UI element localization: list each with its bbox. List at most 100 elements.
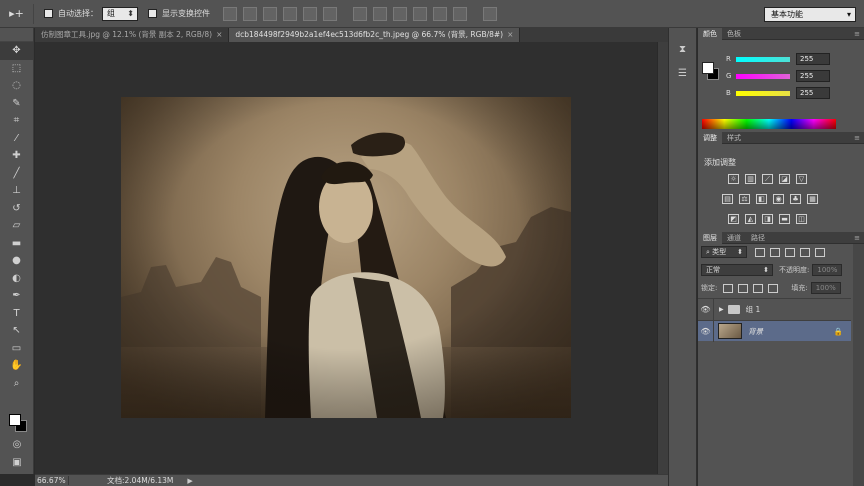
tab-document-1[interactable]: 仿制图章工具.jpg @ 12.1% (背景 副本 2, RGB/8) × (35, 28, 230, 42)
layer-row-group[interactable]: 👁 ▶ 组 1 (698, 298, 851, 320)
move-tool-icon[interactable]: ✥ (0, 42, 33, 60)
channel-b-value[interactable]: 255 (796, 87, 830, 99)
foreground-color-swatch[interactable] (9, 414, 21, 426)
lock-all-icon[interactable] (768, 283, 779, 293)
document-image[interactable] (121, 97, 571, 418)
close-icon[interactable]: × (507, 30, 513, 39)
quick-mask-icon[interactable]: ◎ (0, 436, 34, 454)
tab-layers[interactable]: 图层 (698, 231, 722, 244)
distribute-hcenter-icon[interactable] (433, 6, 447, 21)
tab-channels[interactable]: 通道 (722, 232, 746, 244)
layer-filter-dropdown[interactable]: ⌕ 类型 ⬍ (701, 246, 747, 258)
auto-select-checkbox[interactable] (44, 9, 53, 18)
threshold-icon[interactable]: ◨ (762, 214, 773, 224)
properties-panel-icon[interactable]: ☰ (674, 64, 692, 82)
lasso-tool-icon[interactable]: ◌ (0, 77, 33, 95)
selective-color-icon[interactable]: ◫ (796, 214, 807, 224)
quick-select-tool-icon[interactable]: ✎ (0, 95, 33, 113)
color-spectrum-bar[interactable] (702, 119, 836, 129)
eyedropper-tool-icon[interactable]: ⁄ (0, 130, 33, 148)
crop-tool-icon[interactable]: ⌗ (0, 112, 33, 130)
dodge-tool-icon[interactable]: ◐ (0, 270, 33, 288)
layers-scrollbar[interactable] (853, 244, 864, 486)
filter-shape-icon[interactable] (800, 247, 810, 257)
color-fg-swatch[interactable] (702, 62, 714, 74)
color-balance-icon[interactable]: ⚖ (739, 194, 750, 204)
channel-b-slider[interactable] (736, 90, 790, 96)
tab-color[interactable]: 颜色 (698, 27, 722, 40)
distribute-right-icon[interactable] (453, 6, 467, 21)
brightness-contrast-icon[interactable]: ☼ (728, 174, 739, 184)
toolbox-grip[interactable] (0, 28, 33, 42)
blur-tool-icon[interactable]: ● (0, 252, 33, 270)
eye-icon[interactable]: 👁 (698, 298, 714, 320)
history-panel-icon[interactable]: ⧗ (674, 40, 692, 58)
channel-r-slider[interactable] (736, 56, 790, 62)
align-bottom-icon[interactable] (263, 6, 277, 21)
opacity-field[interactable]: 100% (812, 264, 843, 276)
align-left-icon[interactable] (283, 6, 297, 21)
distribute-vcenter-icon[interactable] (373, 6, 387, 21)
screen-mode-icon[interactable]: ▣ (0, 454, 34, 472)
zoom-level[interactable]: 66.67% (35, 476, 69, 485)
black-white-icon[interactable]: ◧ (756, 194, 767, 204)
distribute-top-icon[interactable] (353, 6, 367, 21)
curves-icon[interactable]: ⟋ (762, 174, 773, 184)
lock-position-icon[interactable] (753, 283, 764, 293)
move-tool-preset[interactable]: ▸+ (0, 3, 34, 24)
channel-g-value[interactable]: 255 (796, 70, 830, 82)
status-menu-arrow-icon[interactable]: ▶ (187, 477, 192, 485)
align-right-icon[interactable] (323, 6, 337, 21)
show-transform-checkbox[interactable] (148, 9, 157, 18)
tab-swatches[interactable]: 色板 (722, 28, 746, 40)
channel-r-value[interactable]: 255 (796, 53, 830, 65)
healing-brush-icon[interactable]: ✚ (0, 147, 33, 165)
lock-transparent-icon[interactable] (723, 283, 734, 293)
color-lookup-icon[interactable]: ▦ (807, 194, 818, 204)
pen-tool-icon[interactable]: ✒ (0, 287, 33, 305)
gradient-tool-icon[interactable]: ▬ (0, 235, 33, 253)
blend-mode-dropdown[interactable]: 正常 ⬍ (701, 264, 773, 276)
align-top-icon[interactable] (223, 6, 237, 21)
close-icon[interactable]: × (216, 30, 222, 39)
auto-select-dropdown[interactable]: 组 ⬍ (102, 6, 138, 21)
align-vcenter-icon[interactable] (243, 6, 257, 21)
tab-document-2[interactable]: dcb184498f2949b2a1ef4ec513d6fb2c_th.jpeg… (229, 28, 521, 42)
tab-paths[interactable]: 路径 (746, 232, 770, 244)
panel-menu-icon[interactable]: ≡ (854, 30, 860, 38)
filter-type-icon[interactable] (785, 247, 795, 257)
filter-smart-icon[interactable] (815, 247, 825, 257)
panel-menu-icon[interactable]: ≡ (854, 234, 860, 242)
filter-adjustment-icon[interactable] (770, 247, 780, 257)
marquee-tool-icon[interactable]: ⬚ (0, 60, 33, 78)
gradient-map-icon[interactable]: ▬ (779, 214, 790, 224)
hue-saturation-icon[interactable]: ▤ (722, 194, 733, 204)
canvas-vertical-scrollbar[interactable] (657, 42, 668, 474)
expand-arrow-icon[interactable]: ▶ (719, 306, 724, 313)
lock-image-icon[interactable] (738, 283, 749, 293)
zoom-tool-icon[interactable]: ⌕ (0, 375, 33, 393)
layer-row-background[interactable]: 👁 背景 🔒 (698, 320, 851, 342)
distribute-bottom-icon[interactable] (393, 6, 407, 21)
tab-adjustments[interactable]: 调整 (698, 131, 722, 144)
brush-tool-icon[interactable]: ╱ (0, 165, 33, 183)
canvas-area[interactable] (35, 42, 657, 474)
vibrance-icon[interactable]: ▽ (796, 174, 807, 184)
path-select-icon[interactable]: ↖ (0, 322, 33, 340)
posterize-icon[interactable]: ◭ (745, 214, 756, 224)
distribute-left-icon[interactable] (413, 6, 427, 21)
type-tool-icon[interactable]: T (0, 305, 33, 323)
channel-g-slider[interactable] (736, 73, 790, 79)
channel-mixer-icon[interactable]: ♣ (790, 194, 801, 204)
hand-tool-icon[interactable]: ✋ (0, 357, 33, 375)
auto-align-icon[interactable] (483, 6, 497, 21)
filter-pixel-icon[interactable] (755, 247, 765, 257)
clone-stamp-icon[interactable]: ⊥ (0, 182, 33, 200)
tab-styles[interactable]: 样式 (722, 132, 746, 144)
workspace-dropdown[interactable]: 基本功能 ▾ (764, 7, 856, 22)
shape-tool-icon[interactable]: ▭ (0, 340, 33, 358)
panel-menu-icon[interactable]: ≡ (854, 134, 860, 142)
photo-filter-icon[interactable]: ◉ (773, 194, 784, 204)
history-brush-icon[interactable]: ↺ (0, 200, 33, 218)
invert-icon[interactable]: ◩ (728, 214, 739, 224)
